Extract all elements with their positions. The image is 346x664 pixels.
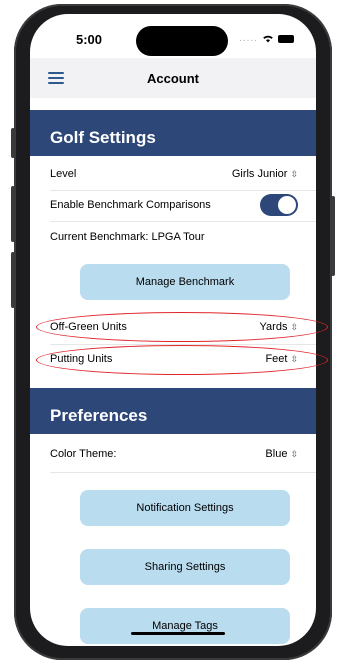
color-theme-value: Blue: [265, 448, 288, 460]
manage-benchmark-button[interactable]: Manage Benchmark: [80, 264, 290, 300]
preferences-header: Preferences: [30, 388, 316, 434]
phone-side-button: [11, 128, 15, 158]
color-theme-row[interactable]: Color Theme: Blue ⇳: [50, 440, 306, 470]
wifi-icon: [263, 35, 273, 43]
current-benchmark-label: Current Benchmark: LPGA Tour: [50, 231, 205, 243]
phone-side-button: [11, 186, 15, 242]
benchmark-toggle[interactable]: [260, 194, 298, 216]
current-benchmark-row: Current Benchmark: LPGA Tour: [50, 223, 306, 253]
color-theme-label: Color Theme:: [50, 448, 117, 460]
level-row[interactable]: Level Girls Junior ⇳: [50, 160, 306, 190]
notification-settings-button[interactable]: Notification Settings: [80, 490, 290, 526]
status-bar: 5:00 .....: [30, 14, 316, 58]
manage-tags-button[interactable]: Manage Tags: [80, 608, 290, 644]
sharing-settings-button[interactable]: Sharing Settings: [80, 549, 290, 585]
level-picker[interactable]: Girls Junior ⇳: [232, 168, 298, 180]
highlight-ellipse: [36, 345, 328, 375]
dynamic-island: [136, 26, 228, 56]
battery-icon: [278, 34, 294, 43]
level-value: Girls Junior: [231, 168, 288, 180]
benchmark-toggle-row: Enable Benchmark Comparisons: [50, 191, 306, 221]
divider: [50, 472, 316, 473]
status-time: 5:00: [76, 32, 103, 47]
level-label: Level: [50, 168, 77, 180]
color-theme-picker[interactable]: Blue ⇳: [265, 448, 298, 460]
divider: [50, 221, 316, 222]
section-title: Golf Settings: [50, 128, 156, 147]
highlight-ellipse: [36, 312, 328, 342]
home-indicator: [131, 632, 225, 635]
phone-side-button: [331, 196, 335, 276]
page-title: Account: [147, 71, 199, 86]
updown-chevron-icon: ⇳: [290, 448, 298, 459]
status-right: .....: [239, 33, 294, 44]
golf-settings-header: Golf Settings: [30, 110, 316, 156]
phone-side-button: [11, 252, 15, 308]
signal-dots: .....: [239, 33, 258, 44]
section-title: Preferences: [50, 406, 148, 425]
benchmark-toggle-label: Enable Benchmark Comparisons: [50, 199, 211, 211]
nav-bar: Account: [30, 58, 316, 98]
updown-chevron-icon: ⇳: [290, 168, 298, 179]
